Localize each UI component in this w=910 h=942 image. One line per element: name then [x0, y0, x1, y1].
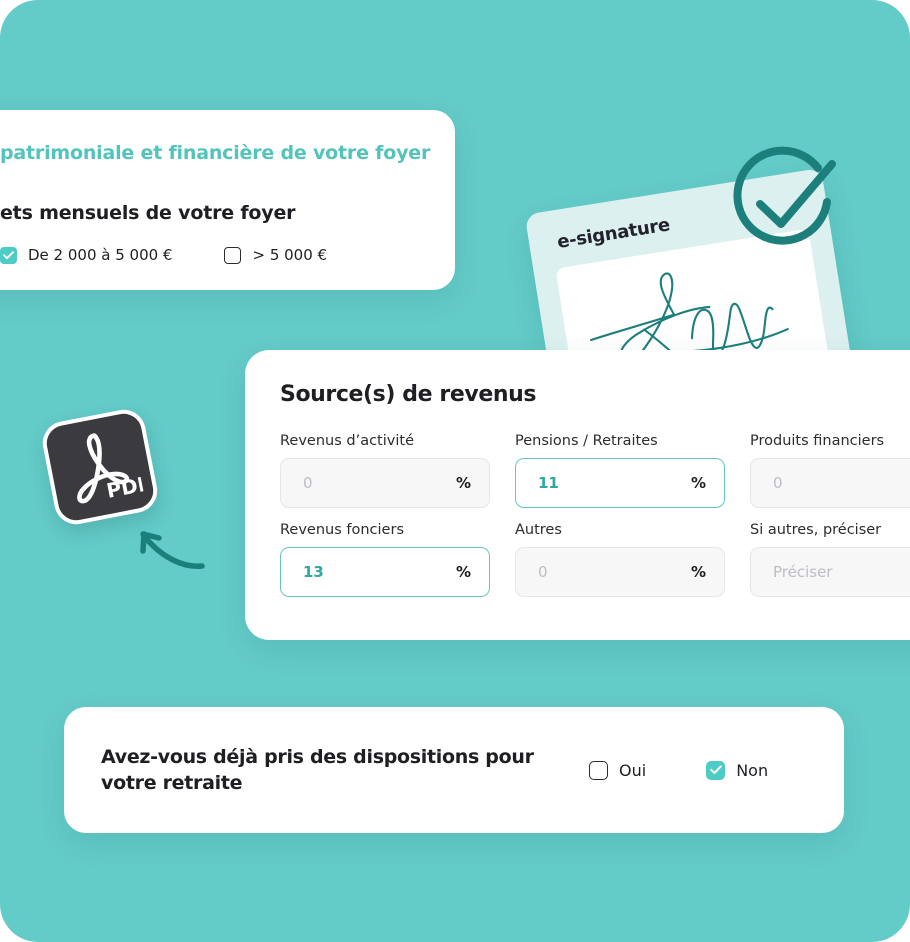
input-revenus-activite[interactable]: 0 %: [280, 458, 490, 508]
household-options-row: De 2 000 à 5 000 € > 5 000 €: [0, 246, 425, 264]
retirement-question-card: Avez-vous déjà pris des dispositions pou…: [64, 707, 844, 833]
household-card-subtitle: ets mensuels de votre foyer: [0, 202, 296, 224]
input-value: 11: [538, 474, 559, 492]
revenue-fields-grid: Revenus d’activité 0 % Pensions / Retrai…: [280, 433, 910, 597]
percent-icon: %: [690, 563, 706, 581]
household-option-0-label: De 2 000 à 5 000 €: [28, 246, 173, 264]
pdf-tile[interactable]: PDF: [39, 406, 161, 528]
field-label: Revenus d’activité: [280, 433, 414, 449]
screenshot-stage: patrimoniale et financière de votre foye…: [0, 0, 910, 942]
field-group-si-autres-preciser: Si autres, préciser Préciser: [750, 522, 910, 597]
retirement-option-oui-label: Oui: [619, 760, 647, 780]
percent-icon: %: [455, 563, 471, 581]
field-label: Revenus fonciers: [280, 522, 404, 538]
checkbox-unchecked-icon[interactable]: [589, 760, 608, 780]
retirement-question-line2: votre retraite: [101, 772, 243, 794]
check-circle-badge: [726, 146, 844, 262]
input-value: 13: [303, 563, 324, 581]
field-label: Si autres, préciser: [750, 522, 882, 538]
pdf-file-icon: PDF: [77, 433, 145, 504]
retirement-option-non[interactable]: Non: [706, 760, 769, 780]
field-group-autres: Autres 0 %: [515, 522, 725, 597]
revenue-sources-card: Source(s) de revenus Revenus d’activité …: [245, 350, 910, 640]
field-label: Produits financiers: [750, 433, 885, 449]
checkbox-checked-icon[interactable]: [0, 246, 17, 264]
retirement-option-oui[interactable]: Oui: [589, 760, 647, 780]
household-budget-card: patrimoniale et financière de votre foye…: [0, 110, 455, 290]
revenue-card-title: Source(s) de revenus: [280, 382, 537, 407]
input-placeholder: 0: [773, 474, 783, 492]
retirement-option-non-label: Non: [736, 760, 769, 780]
field-group-revenus-fonciers: Revenus fonciers 13 %: [280, 522, 490, 597]
input-placeholder: Préciser: [773, 563, 833, 581]
input-placeholder: 0: [303, 474, 313, 492]
percent-icon: %: [455, 474, 471, 492]
retirement-answers: Oui Non: [589, 760, 769, 780]
input-autres[interactable]: 0 %: [515, 547, 725, 597]
pdf-file-badge[interactable]: PDF: [39, 406, 161, 528]
input-revenus-fonciers[interactable]: 13 %: [280, 547, 490, 597]
household-card-title: patrimoniale et financière de votre foye…: [0, 142, 431, 164]
curved-arrow-icon: [112, 518, 207, 573]
household-option-1[interactable]: > 5 000 €: [224, 246, 327, 264]
percent-icon: %: [690, 474, 706, 492]
retirement-question: Avez-vous déjà pris des dispositions pou…: [64, 744, 571, 796]
input-placeholder: 0: [538, 563, 548, 581]
field-label: Pensions / Retraites: [515, 433, 658, 449]
field-group-pensions-retraites: Pensions / Retraites 11 %: [515, 433, 725, 508]
input-pensions-retraites[interactable]: 11 %: [515, 458, 725, 508]
check-circle-icon: [733, 146, 836, 245]
input-produits-financiers[interactable]: 0 %: [750, 458, 910, 508]
household-option-1-label: > 5 000 €: [252, 246, 328, 264]
field-group-produits-financiers: Produits financiers 0 %: [750, 433, 910, 508]
checkbox-unchecked-icon[interactable]: [224, 246, 242, 264]
household-option-0[interactable]: De 2 000 à 5 000 €: [0, 246, 172, 264]
field-label: Autres: [515, 522, 562, 538]
field-group-revenus-activite: Revenus d’activité 0 %: [280, 433, 490, 508]
retirement-question-line1: Avez-vous déjà pris des dispositions pou…: [101, 745, 534, 768]
input-si-autres-preciser[interactable]: Préciser: [750, 547, 910, 597]
checkbox-checked-icon[interactable]: [706, 760, 726, 780]
